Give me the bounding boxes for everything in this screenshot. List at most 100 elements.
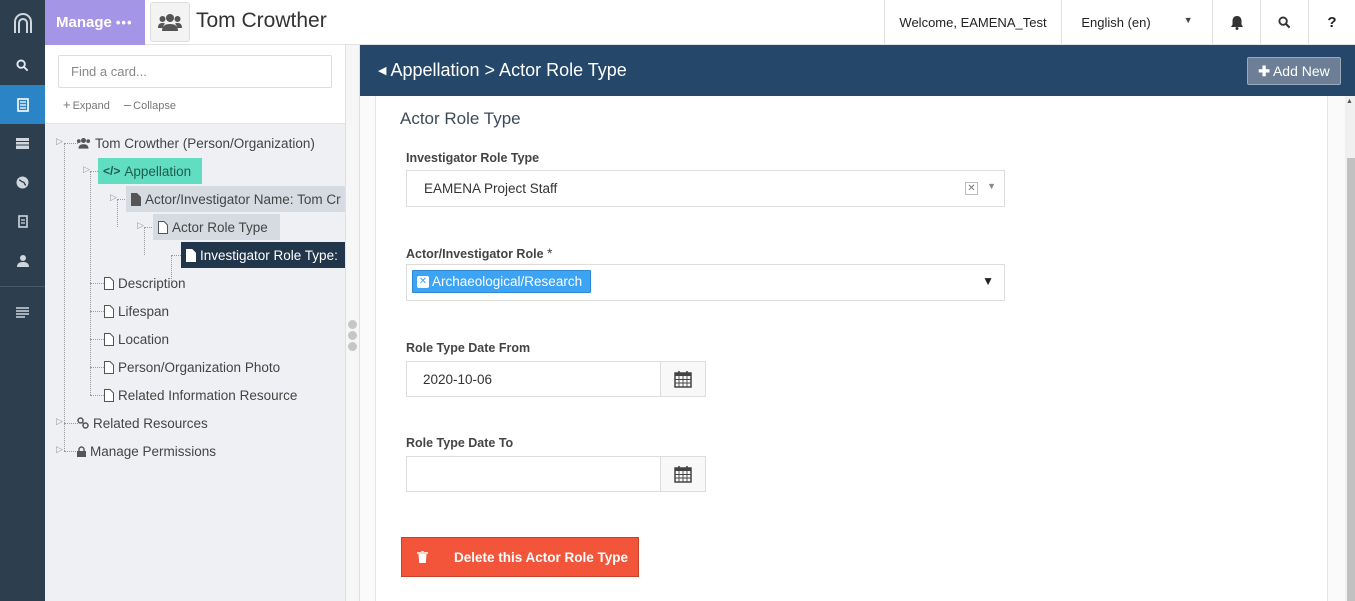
clear-icon[interactable]: ✕ [965,182,978,195]
tag-label: Archaeological/Research [432,274,583,289]
delete-card-button[interactable]: Delete this Actor Role Type [401,537,639,577]
code-icon: </> [103,164,121,178]
collapse-label: Collapse [133,100,176,112]
remove-tag-icon[interactable]: ✕ [417,275,429,288]
document-icon[interactable] [0,202,45,241]
plus-icon: + [63,97,71,112]
calendar-icon[interactable] [660,457,705,491]
scroll-up-icon[interactable]: ▲ [1346,98,1353,105]
manage-menu-button[interactable]: Manage ••• [45,0,145,45]
calendar-icon[interactable] [660,362,705,396]
tree-node-location[interactable]: Location [99,326,174,352]
file-icon [104,360,114,374]
tree-connector [144,227,145,255]
file-icon [104,332,114,346]
tree-node-label: Related Information Resource [118,387,298,403]
required-asterisk: * [547,245,553,261]
expand-collapse-controls: + Expand – Collapse [63,97,176,112]
tree-node-label: Investigator Role Type: [200,247,338,263]
tree-node-root[interactable]: Tom Crowther (Person/Organization) [71,130,320,156]
select-value: EAMENA Project Staff [424,181,558,196]
tree-node-label: Description [118,275,186,291]
tree-node-label: Related Resources [93,415,208,431]
actor-role-label: Actor/Investigator Role * [406,245,552,261]
add-new-button[interactable]: ✚ Add New [1247,57,1341,85]
expand-toggle-icon[interactable]: ▷ [83,164,90,175]
search-icon[interactable] [0,46,45,85]
tree-connector [64,143,65,451]
language-label: English (en) [1081,15,1151,30]
resource-title: Tom Crowther [196,9,327,32]
person-group-icon [76,137,91,149]
grip-dot [348,331,357,340]
icon-rail [0,0,45,601]
help-icon: ? [1327,14,1337,31]
trash-icon [402,551,442,563]
resource-editor-icon[interactable] [0,85,45,124]
tree-connector [117,199,118,227]
expand-toggle-icon[interactable]: ▷ [56,416,63,427]
file-icon [158,220,168,234]
tree-node-label: Location [118,331,170,347]
file-filled-icon [131,192,141,206]
expand-toggle-icon[interactable]: ▷ [56,136,63,147]
user-icon[interactable] [0,241,45,280]
tree-node-actor-role-type[interactable]: Actor Role Type [153,214,280,240]
tree-node-related-resources[interactable]: Related Resources [72,410,213,436]
tree-node-investigator-role-type[interactable]: Investigator Role Type: [181,242,345,268]
list-icon[interactable] [0,124,45,163]
global-search-button[interactable] [1260,0,1308,45]
tree-node-label: Actor/Investigator Name: Tom Cr [145,191,341,207]
link-icon [77,417,89,429]
tree-node-permissions[interactable]: Manage Permissions [72,438,221,464]
date-to-label: Role Type Date To [406,436,514,450]
rail-divider [0,286,45,287]
tree-node-actor-name[interactable]: Actor/Investigator Name: Tom Cr [126,186,345,212]
tree-node-appellation[interactable]: </> Appellation [98,158,202,184]
globe-icon[interactable] [0,163,45,202]
arches-logo-icon[interactable] [0,0,45,45]
tree-node-lifespan[interactable]: Lifespan [99,298,174,324]
help-button[interactable]: ? [1308,0,1355,45]
tree-node-label: Person/Organization Photo [118,359,281,375]
panel-resize-handle[interactable] [345,45,360,601]
find-card-input[interactable] [58,55,332,88]
tree-node-photo[interactable]: Person/Organization Photo [99,354,285,380]
file-icon [104,388,114,402]
scrollbar-thumb[interactable] [1347,158,1355,601]
notifications-button[interactable] [1212,0,1260,45]
date-to-field[interactable] [406,456,706,492]
actor-role-multiselect[interactable]: ✕ Archaeological/Research ▼ [406,264,1005,301]
file-icon [186,248,196,262]
delete-label: Delete this Actor Role Type [454,549,629,565]
menu-icon[interactable] [0,293,45,332]
expand-toggle-icon[interactable]: ▷ [137,220,144,231]
breadcrumb[interactable]: ◀ Appellation > Actor Role Type [378,60,627,81]
card-tree: ▷ ▷ ▷ ▷ ▷ ▷ Tom Crowther (Person/Organiz… [45,123,345,601]
actor-role-label-text: Actor/Investigator Role [406,247,544,261]
investigator-role-type-select[interactable]: EAMENA Project Staff ✕ ▼ [406,170,1005,207]
tree-node-related-info[interactable]: Related Information Resource [99,382,302,408]
welcome-user-link[interactable]: Welcome, EAMENA_Test [884,0,1061,45]
expand-toggle-icon[interactable]: ▷ [110,192,117,203]
expand-toggle-icon[interactable]: ▷ [56,444,63,455]
caret-left-icon: ◀ [378,65,387,77]
top-bar: Manage ••• Tom Crowther Welcome, EAMENA_… [45,0,1355,45]
manage-label: Manage [56,14,112,31]
welcome-text: Welcome, EAMENA_Test [899,15,1047,30]
bell-icon [1230,16,1243,30]
date-from-value: 2020-10-06 [423,372,493,387]
tree-node-label: Manage Permissions [90,443,217,459]
plus-icon: ✚ [1258,62,1270,79]
language-selector[interactable]: English (en) ▼ [1061,0,1212,45]
collapse-all-button[interactable]: – Collapse [124,97,176,112]
file-icon [104,304,114,318]
chevron-down-icon: ▼ [987,181,996,191]
card-title: Actor Role Type [400,109,521,128]
chevron-down-icon: ▼ [1183,14,1193,25]
tree-node-description[interactable]: Description [99,270,191,296]
person-group-icon [150,2,190,42]
date-from-field[interactable]: 2020-10-06 [406,361,706,397]
search-icon [1278,16,1291,29]
expand-all-button[interactable]: + Expand [63,97,110,112]
